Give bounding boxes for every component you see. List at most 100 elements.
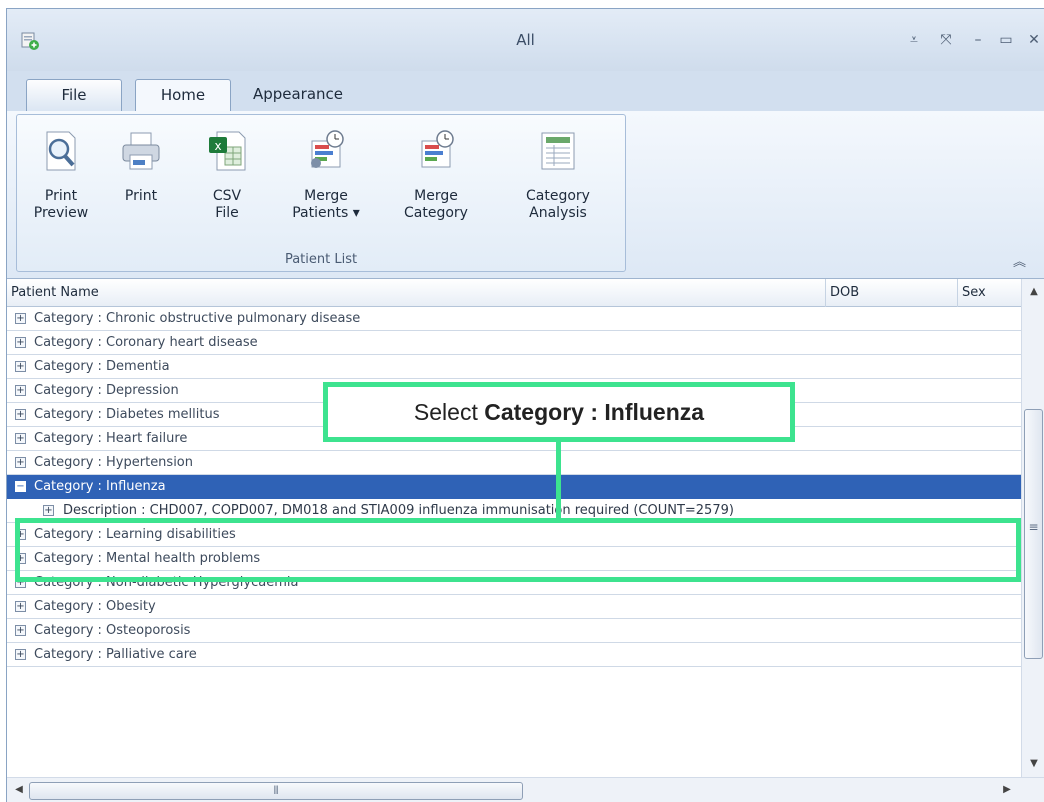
window-title: All — [516, 31, 535, 49]
print-preview-button[interactable]: Print Preview — [29, 129, 93, 222]
print-button[interactable]: Print — [111, 129, 171, 205]
expand-icon[interactable]: + — [15, 625, 26, 636]
table-row[interactable]: + Category : Palliative care — [7, 643, 1021, 667]
close-button[interactable]: ✕ — [1023, 29, 1044, 51]
row-label: Category : Diabetes mellitus — [34, 407, 220, 422]
print-preview-label-1: Print — [44, 188, 78, 204]
csv-file-label-1: CSV — [212, 188, 242, 204]
expand-icon[interactable]: + — [15, 313, 26, 324]
expand-icon[interactable]: + — [43, 505, 54, 516]
maximize-button[interactable]: ▭ — [995, 29, 1017, 51]
row-label: Category : Obesity — [34, 599, 156, 614]
expand-icon[interactable]: + — [15, 385, 26, 396]
csv-file-button[interactable]: x CSV File — [197, 129, 257, 222]
callout-connector — [556, 442, 561, 522]
collapse-icon[interactable]: − — [15, 481, 26, 492]
instruction-callout: Select Category : Influenza — [323, 382, 795, 442]
category-analysis-label-1: Category — [526, 188, 590, 204]
column-header-dob[interactable]: DOB — [826, 279, 958, 307]
ribbon-tab-strip: File Home Appearance — [7, 71, 1044, 112]
scroll-right-icon[interactable]: ▶ — [997, 778, 1017, 802]
ribbon: Print Preview Print x CSV File Merge Pat… — [7, 111, 1044, 279]
callout-prefix: Select — [413, 399, 485, 425]
expand-icon[interactable]: + — [15, 361, 26, 372]
merge-category-button[interactable]: Merge Category — [393, 129, 479, 222]
scroll-down-icon[interactable]: ▼ — [1022, 751, 1044, 777]
row-label: Category : Influenza — [34, 479, 166, 494]
table-row[interactable]: + Category : Dementia — [7, 355, 1021, 379]
table-row-child[interactable]: + Description : CHD007, COPD007, DM018 an… — [7, 499, 1021, 523]
vertical-scroll-thumb[interactable]: ≡ — [1024, 409, 1043, 659]
merge-patients-button[interactable]: Merge Patients ▾ — [279, 129, 373, 222]
group-label: Patient List — [284, 252, 358, 267]
tab-file[interactable]: File — [26, 79, 122, 111]
expand-icon[interactable]: + — [15, 649, 26, 660]
row-label: Category : Mental health problems — [34, 551, 261, 566]
grid-header: Patient Name DOB Sex — [7, 279, 1021, 307]
expand-icon[interactable]: + — [15, 601, 26, 612]
csv-file-icon: x — [209, 131, 246, 171]
category-analysis-button[interactable]: Category Analysis — [511, 129, 605, 222]
title-bar: All ⩡ ⤧ – ▭ ✕ — [7, 9, 1044, 71]
table-row[interactable]: + Category : Coronary heart disease — [7, 331, 1021, 355]
minimize-button[interactable]: – — [967, 29, 989, 51]
scroll-grip-icon: ⦀ — [273, 784, 279, 797]
table-row[interactable]: + Category : Obesity — [7, 595, 1021, 619]
category-analysis-label-2: Analysis — [529, 205, 587, 221]
print-preview-label-2: Preview — [33, 205, 89, 221]
printer-icon — [122, 132, 160, 170]
row-label: Category : Non-diabetic Hyperglycaemia — [34, 575, 299, 590]
table-row[interactable]: + Category : Chronic obstructive pulmonar… — [7, 307, 1021, 331]
row-label: Category : Dementia — [34, 359, 170, 374]
table-row[interactable]: + Category : Osteoporosis — [7, 619, 1021, 643]
horizontal-scroll-thumb[interactable]: ⦀ — [29, 782, 523, 800]
row-label: Category : Chronic obstructive pulmonary… — [34, 311, 361, 326]
expand-icon[interactable]: + — [15, 433, 26, 444]
table-row-selected[interactable]: − Category : Influenza — [7, 475, 1021, 499]
horizontal-scrollbar[interactable]: ◀ ⦀ ▶ — [7, 777, 1044, 802]
category-analysis-icon — [541, 132, 575, 170]
merge-patients-label-1: Merge — [304, 188, 348, 204]
merge-category-label-2: Category — [404, 205, 468, 221]
row-label: Description : CHD007, COPD007, DM018 and… — [63, 503, 734, 518]
table-row[interactable]: + Category : Mental health problems — [7, 547, 1021, 571]
expand-icon[interactable]: + — [15, 577, 26, 588]
expand-icon[interactable]: + — [15, 337, 26, 348]
tab-appearance[interactable]: Appearance — [243, 79, 353, 111]
expand-icon[interactable]: + — [15, 409, 26, 420]
tab-home[interactable]: Home — [135, 79, 231, 112]
scroll-grip-icon: ≡ — [1028, 520, 1039, 534]
callout-target: Category : Influenza — [484, 399, 705, 425]
row-label: Category : Hypertension — [34, 455, 194, 470]
scroll-left-icon[interactable]: ◀ — [9, 778, 29, 802]
row-label: Category : Depression — [34, 383, 179, 398]
print-label: Print — [124, 188, 158, 204]
patient-grid: Patient Name DOB Sex + Category : Chronic… — [7, 279, 1044, 802]
merge-category-label-1: Merge — [414, 188, 458, 204]
merge-patients-icon — [311, 130, 344, 168]
grid-rows: + Category : Chronic obstructive pulmonar… — [7, 307, 1021, 667]
row-label: Category : Coronary heart disease — [34, 335, 258, 350]
collapse-ribbon-icon[interactable]: ︽ — [1013, 251, 1026, 270]
expand-icon[interactable]: + — [15, 529, 26, 540]
vertical-scrollbar[interactable]: ▲ ≡ ▼ — [1021, 279, 1044, 777]
restore-layout-icon[interactable]: ⤧ — [935, 29, 957, 51]
expand-icon[interactable]: + — [15, 553, 26, 564]
table-row[interactable]: + Category : Non-diabetic Hyperglycaemia — [7, 571, 1021, 595]
scroll-up-icon[interactable]: ▲ — [1022, 279, 1044, 305]
patient-list-group: Print Preview Print x CSV File Merge Pat… — [16, 114, 626, 272]
merge-category-icon — [421, 130, 454, 168]
quick-access-icon[interactable]: ⩡ — [903, 29, 925, 51]
merge-patients-label-2: Patients ▾ — [292, 205, 360, 221]
row-label: Category : Palliative care — [34, 647, 197, 662]
column-header-sex[interactable]: Sex — [958, 279, 1021, 307]
print-preview-icon — [46, 131, 76, 171]
table-row[interactable]: + Category : Hypertension — [7, 451, 1021, 475]
column-header-patient-name[interactable]: Patient Name — [7, 279, 826, 307]
row-label: Category : Learning disabilities — [34, 527, 236, 542]
row-label: Category : Osteoporosis — [34, 623, 191, 638]
csv-file-label-2: File — [215, 205, 239, 221]
table-row[interactable]: + Category : Learning disabilities — [7, 523, 1021, 547]
svg-text:x: x — [214, 139, 221, 153]
expand-icon[interactable]: + — [15, 457, 26, 468]
